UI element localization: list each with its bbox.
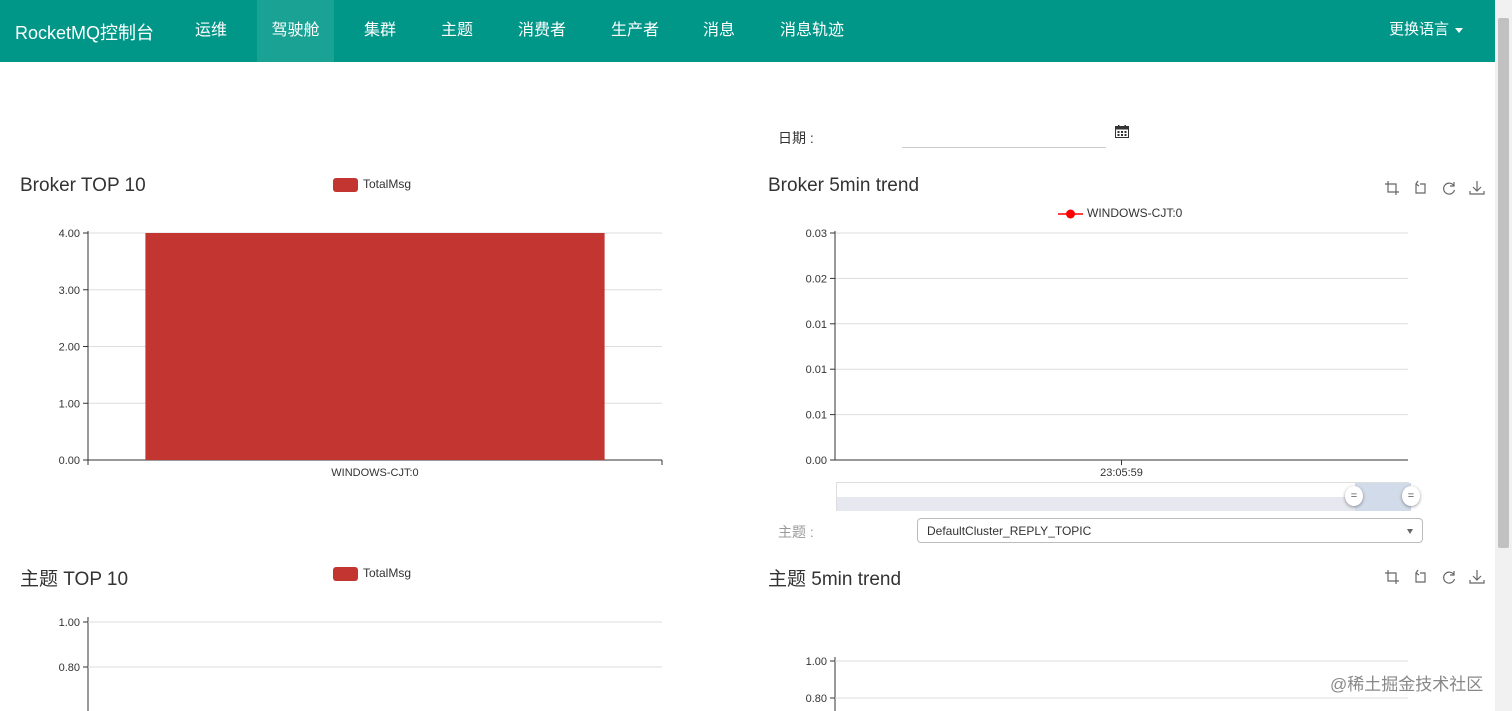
datazoom-slider[interactable] — [836, 482, 1411, 511]
x-tick-label: 23:05:59 — [1100, 467, 1143, 479]
bar — [145, 233, 605, 460]
datazoom-handle-right[interactable]: = — [1402, 486, 1420, 506]
broker-top10-title: Broker TOP 10 — [20, 175, 146, 196]
datazoom-track — [837, 497, 1408, 511]
x-tick-label: WINDOWS-CJT:0 — [331, 467, 418, 479]
top-navbar: RocketMQ控制台 运维 驾驶舱 集群 主题 消费者 生产者 消息 消息轨迹… — [0, 0, 1495, 62]
zoom-reset-icon[interactable] — [1412, 180, 1428, 196]
topic-select[interactable]: DefaultCluster_REPLY_TOPIC — [917, 518, 1423, 543]
y-tick-label: 0.01 — [806, 364, 827, 376]
legend-label: TotalMsg — [363, 566, 412, 580]
y-tick-label: 0.03 — [806, 228, 827, 240]
topic-trend-title: 主题 5min trend — [768, 569, 902, 590]
topic-top10-chart: 0.600.801.00 — [59, 617, 662, 711]
topic-trend-toolbox — [1376, 569, 1485, 590]
y-tick-label: 3.00 — [59, 285, 80, 297]
y-tick-label: 1.00 — [59, 398, 80, 410]
caret-down-icon — [1455, 27, 1464, 33]
y-tick-label: 0.00 — [806, 455, 827, 467]
restore-icon[interactable] — [1441, 180, 1457, 196]
datazoom-handle-left[interactable]: = — [1345, 486, 1363, 506]
legend-swatch — [333, 566, 358, 581]
broker-trend-toolbox — [1376, 180, 1485, 201]
y-tick-label: 0.01 — [806, 410, 827, 422]
nav-item-ops[interactable]: 运维 — [181, 0, 241, 62]
page-scrollbar[interactable] — [1495, 0, 1512, 711]
y-tick-label: 1.00 — [806, 656, 827, 668]
y-tick-label: 0.00 — [59, 455, 80, 467]
scrollbar-thumb[interactable] — [1498, 18, 1509, 548]
zoom-icon[interactable] — [1384, 569, 1400, 585]
y-tick-label: 0.02 — [806, 273, 827, 285]
date-label: 日期 : — [778, 130, 814, 146]
y-tick-label: 0.80 — [806, 693, 827, 705]
nav-item-topic[interactable]: 主题 — [427, 0, 487, 62]
language-dropdown[interactable]: 更换语言 — [1389, 0, 1464, 60]
nav-item-cluster[interactable]: 集群 — [350, 0, 410, 62]
restore-icon[interactable] — [1441, 569, 1457, 585]
app-brand[interactable]: RocketMQ控制台 — [15, 19, 154, 45]
zoom-icon[interactable] — [1384, 180, 1400, 196]
nav-item-message[interactable]: 消息 — [689, 0, 749, 62]
topic-select-label: 主题 : — [778, 524, 814, 540]
nav-item-consumer[interactable]: 消费者 — [504, 0, 580, 62]
topic-top10-title: 主题 TOP 10 — [20, 569, 129, 590]
nav-item-message-trace[interactable]: 消息轨迹 — [766, 0, 858, 62]
broker-top10-chart: 0.00 1.00 2.00 3.00 4.00 WINDOWS-CJT:0 — [59, 228, 663, 479]
y-tick-label: 0.01 — [806, 319, 827, 331]
y-tick-label: 1.00 — [59, 617, 80, 629]
calendar-icon[interactable] — [1115, 125, 1129, 138]
chevron-down-icon — [1407, 529, 1413, 534]
nav-item-producer[interactable]: 生产者 — [597, 0, 673, 62]
nav-item-dashboard[interactable]: 驾驶舱 — [257, 0, 334, 62]
broker-trend-chart: 0.00 0.01 0.01 0.01 0.02 0.03 23:05:59 — [806, 228, 1408, 479]
legend-label: TotalMsg — [363, 177, 412, 191]
download-icon[interactable] — [1469, 180, 1485, 196]
topic-top10-legend[interactable]: TotalMsg — [333, 566, 411, 581]
date-input[interactable] — [902, 121, 1106, 148]
y-tick-label: 0.80 — [59, 662, 80, 674]
watermark: @稀土掘金技术社区 — [1330, 675, 1484, 694]
topic-select-value: DefaultCluster_REPLY_TOPIC — [927, 524, 1092, 538]
language-label: 更换语言 — [1389, 21, 1450, 38]
broker-trend-title: Broker 5min trend — [768, 175, 920, 196]
zoom-reset-icon[interactable] — [1412, 569, 1428, 585]
legend-swatch — [333, 177, 358, 192]
download-icon[interactable] — [1469, 569, 1485, 585]
y-tick-label: 2.00 — [59, 342, 80, 354]
y-tick-label: 4.00 — [59, 228, 80, 240]
broker-top10-legend[interactable]: TotalMsg — [333, 177, 411, 192]
